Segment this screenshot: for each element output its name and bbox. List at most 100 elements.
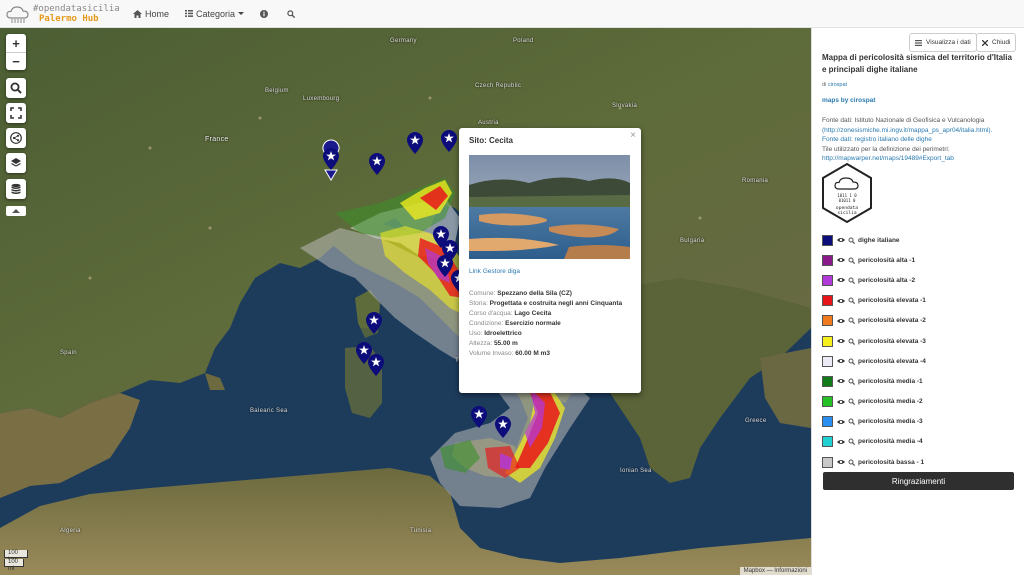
popup-info: Comune: Spezzano della Sila (CZ) Storia:… bbox=[469, 289, 631, 359]
dam-marker[interactable] bbox=[323, 148, 339, 170]
view-data-button[interactable]: Visualizza i dati bbox=[909, 33, 977, 52]
collapse-controls-button[interactable] bbox=[6, 206, 26, 216]
nav-home[interactable]: Home bbox=[125, 0, 177, 28]
author-prefix: di bbox=[822, 82, 827, 88]
nav-categoria-dropdown[interactable]: Categoria bbox=[177, 0, 252, 28]
legend-item[interactable]: pericolosità alta -1 bbox=[822, 250, 926, 270]
author-link[interactable]: cirospat bbox=[828, 82, 847, 88]
eye-icon[interactable] bbox=[837, 358, 845, 364]
dam-marker[interactable] bbox=[441, 130, 457, 152]
search-map-button[interactable] bbox=[6, 78, 26, 98]
dam-marker[interactable] bbox=[368, 354, 384, 376]
eye-icon[interactable] bbox=[837, 338, 845, 344]
legend-label: pericolosità elevata -3 bbox=[858, 337, 926, 345]
zoom-out-button[interactable]: − bbox=[6, 52, 26, 70]
list-icon bbox=[185, 10, 194, 17]
legend-item[interactable]: pericolosità elevata -2 bbox=[822, 311, 926, 331]
zoom-icon[interactable] bbox=[848, 459, 855, 466]
info-row: Storia: Progettata e costruita negli ann… bbox=[469, 300, 623, 307]
zoom-icon[interactable] bbox=[848, 418, 855, 426]
zoom-in-button[interactable]: + bbox=[6, 34, 26, 52]
eye-icon[interactable] bbox=[837, 459, 845, 465]
eye-icon[interactable] bbox=[837, 257, 845, 263]
eye-icon[interactable] bbox=[837, 399, 845, 405]
desc-ingv-link[interactable]: (http://zonesismiche.mi.ingv.it/mappa_ps… bbox=[822, 126, 1020, 136]
zoom-icon[interactable] bbox=[848, 358, 855, 365]
legend-item[interactable]: pericolosità elevata -4 bbox=[822, 351, 926, 371]
legend-item[interactable]: pericolosità elevata -1 bbox=[822, 291, 926, 311]
close-icon[interactable]: × bbox=[630, 130, 636, 141]
eye-icon[interactable] bbox=[837, 277, 845, 283]
info-row: Volume Invaso: 60.00 M m3 bbox=[469, 350, 550, 357]
search-icon bbox=[10, 82, 22, 94]
legend-label: pericolosità bassa - 1 bbox=[858, 458, 925, 466]
maps-by-link[interactable]: maps by cirospat bbox=[822, 97, 875, 104]
eye-icon[interactable] bbox=[837, 318, 845, 324]
dam-marker[interactable] bbox=[407, 132, 423, 154]
gestore-diga-link[interactable]: Link Gestore diga bbox=[469, 268, 631, 275]
zoom-icon[interactable] bbox=[848, 237, 855, 244]
zoom-icon[interactable] bbox=[848, 277, 855, 284]
zoom-icon[interactable] bbox=[848, 338, 855, 345]
legend-swatch bbox=[822, 355, 833, 367]
cloud-logo-icon bbox=[6, 5, 29, 23]
eye-icon[interactable] bbox=[837, 439, 845, 445]
map-attribution[interactable]: Mapbox — Informazioni bbox=[739, 567, 811, 575]
dam-photo bbox=[469, 155, 630, 259]
map-canvas[interactable] bbox=[0, 28, 811, 575]
nav-info[interactable] bbox=[252, 0, 279, 28]
zoom-icon[interactable] bbox=[848, 317, 855, 325]
info-row: Uso: Idroelettrico bbox=[469, 330, 522, 337]
legend-item[interactable]: dighe italiane bbox=[822, 230, 926, 250]
zoom-control: + − bbox=[6, 34, 26, 70]
close-panel-button[interactable]: Chiudi bbox=[976, 33, 1017, 52]
eye-icon[interactable] bbox=[837, 419, 845, 425]
opendatasicilia-hex-logo: 1011 1 0 01011 0 opendata sicilia bbox=[822, 162, 872, 224]
eye-icon[interactable] bbox=[837, 378, 845, 384]
legend: dighe italiane pericolosità alta -1 perico… bbox=[822, 230, 926, 472]
panel-title: Mappa di pericolosità sismica del territ… bbox=[822, 53, 1012, 74]
chevron-up-icon bbox=[12, 209, 20, 213]
fullscreen-button[interactable] bbox=[6, 103, 26, 123]
dam-marker[interactable] bbox=[495, 416, 511, 438]
dam-popup: × Sito: Cecita Link Gestore diga Comune:… bbox=[459, 128, 641, 393]
nav-home-label: Home bbox=[145, 8, 170, 19]
legend-item[interactable]: pericolosità media -2 bbox=[822, 392, 926, 412]
nav-search[interactable] bbox=[279, 0, 306, 28]
dam-marker[interactable] bbox=[366, 312, 382, 334]
info-row: Corso d'acqua: Lago Cecita bbox=[469, 310, 552, 317]
legend-item[interactable]: pericolosità bassa - 1 bbox=[822, 452, 926, 472]
zoom-icon[interactable] bbox=[848, 438, 855, 446]
legend-label: pericolosità elevata -1 bbox=[858, 297, 926, 305]
share-button[interactable] bbox=[6, 128, 26, 148]
data-layers-button[interactable] bbox=[6, 179, 26, 199]
zoom-icon[interactable] bbox=[848, 297, 855, 305]
legend-item[interactable]: pericolosità elevata -3 bbox=[822, 331, 926, 351]
zoom-icon[interactable] bbox=[848, 257, 855, 264]
desc-dighe-link[interactable]: Fonte dati: registro italiano delle digh… bbox=[822, 135, 1020, 145]
legend-item[interactable]: pericolosità alta -2 bbox=[822, 270, 926, 290]
layers-button[interactable] bbox=[6, 153, 26, 173]
popup-title: Sito: Cecita bbox=[469, 136, 514, 145]
ringraziamenti-button[interactable]: Ringraziamenti bbox=[823, 472, 1014, 490]
legend-label: pericolosità media -3 bbox=[858, 418, 923, 426]
legend-item[interactable]: pericolosità media -1 bbox=[822, 371, 926, 391]
search-icon bbox=[287, 9, 296, 18]
info-icon bbox=[260, 9, 269, 18]
brand[interactable]: #opendatasicilia Palermo Hub bbox=[0, 0, 125, 28]
zoom-icon[interactable] bbox=[848, 398, 855, 406]
dam-marker[interactable] bbox=[471, 406, 487, 428]
eye-icon[interactable] bbox=[837, 298, 845, 304]
legend-item[interactable]: pericolosità media -4 bbox=[822, 432, 926, 452]
list-icon bbox=[915, 39, 922, 46]
map-view[interactable]: France Belgium Luxembourg Germany Poland… bbox=[0, 28, 811, 575]
zoom-icon[interactable] bbox=[848, 378, 855, 385]
share-icon bbox=[10, 132, 22, 144]
legend-swatch bbox=[822, 436, 833, 448]
legend-swatch bbox=[822, 274, 833, 286]
nav-categoria-label: Categoria bbox=[196, 8, 236, 19]
scale-mi: 100 mi bbox=[4, 559, 24, 572]
legend-item[interactable]: pericolosità media -3 bbox=[822, 412, 926, 432]
eye-icon[interactable] bbox=[837, 237, 845, 243]
dam-marker[interactable] bbox=[369, 153, 385, 175]
